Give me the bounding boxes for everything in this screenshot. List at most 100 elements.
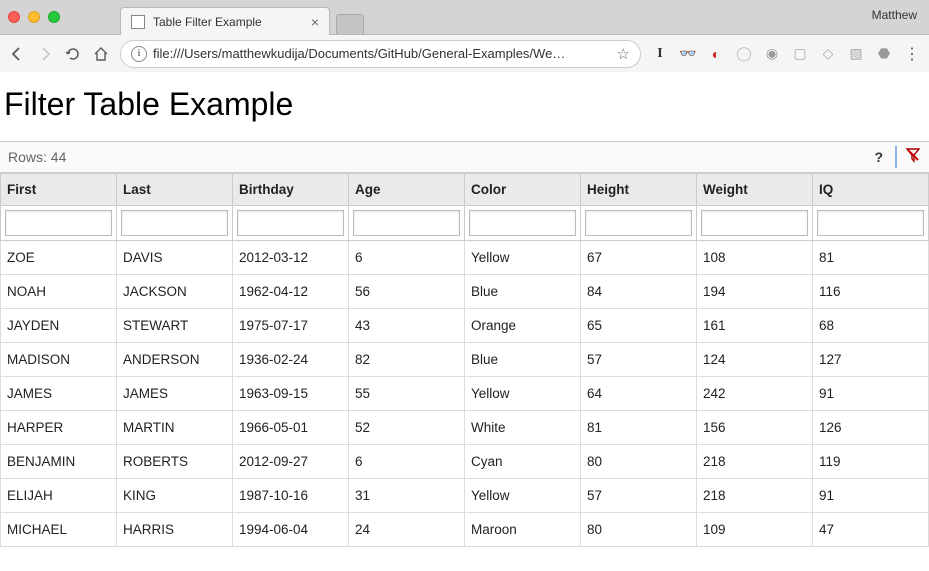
- ext-icon-9[interactable]: ⬣: [875, 45, 893, 63]
- ext-icon-glasses[interactable]: 👓: [679, 45, 697, 63]
- tab-strip: Table Filter Example × Matthew: [0, 0, 929, 34]
- bookmark-star-icon[interactable]: ☆: [617, 45, 630, 63]
- cell-birthday: 1994-06-04: [233, 513, 349, 547]
- cell-birthday: 1966-05-01: [233, 411, 349, 445]
- cell-first: MICHAEL: [1, 513, 117, 547]
- cell-iq: 47: [813, 513, 929, 547]
- filter-input-color[interactable]: [469, 210, 576, 236]
- ext-icon-1[interactable]: I: [651, 45, 669, 63]
- table-row: BENJAMINROBERTS2012-09-276Cyan80218119: [1, 445, 929, 479]
- window-controls: [8, 11, 60, 23]
- cell-age: 82: [349, 343, 465, 377]
- cell-first: JAYDEN: [1, 309, 117, 343]
- cell-last: JAMES: [117, 377, 233, 411]
- col-header-last[interactable]: Last: [117, 174, 233, 206]
- tabs: Table Filter Example ×: [120, 0, 364, 34]
- filter-input-age[interactable]: [353, 210, 460, 236]
- cell-last: ANDERSON: [117, 343, 233, 377]
- table-row: JAMESJAMES1963-09-1555Yellow6424291: [1, 377, 929, 411]
- arrow-left-icon: [9, 46, 25, 62]
- cell-age: 52: [349, 411, 465, 445]
- col-header-iq[interactable]: IQ: [813, 174, 929, 206]
- cell-color: Blue: [465, 343, 581, 377]
- tab-title: Table Filter Example: [153, 15, 303, 29]
- cell-height: 80: [581, 445, 697, 479]
- profile-name[interactable]: Matthew: [872, 8, 917, 22]
- col-header-height[interactable]: Height: [581, 174, 697, 206]
- cell-color: Yellow: [465, 479, 581, 513]
- col-header-birthday[interactable]: Birthday: [233, 174, 349, 206]
- table-row: MADISONANDERSON1936-02-2482Blue57124127: [1, 343, 929, 377]
- cell-iq: 119: [813, 445, 929, 479]
- cell-last: KING: [117, 479, 233, 513]
- page-title: Filter Table Example: [0, 72, 929, 141]
- ext-icon-5[interactable]: ◉: [763, 45, 781, 63]
- cell-height: 67: [581, 241, 697, 275]
- filter-input-first[interactable]: [5, 210, 112, 236]
- row-count: Rows: 44: [8, 149, 866, 165]
- col-header-color[interactable]: Color: [465, 174, 581, 206]
- cell-first: MADISON: [1, 343, 117, 377]
- close-tab-icon[interactable]: ×: [311, 14, 319, 30]
- table-row: MICHAELHARRIS1994-06-0424Maroon8010947: [1, 513, 929, 547]
- help-button[interactable]: ?: [874, 149, 883, 165]
- address-bar[interactable]: i file:///Users/matthewkudija/Documents/…: [120, 40, 641, 68]
- filter-input-last[interactable]: [121, 210, 228, 236]
- cell-height: 80: [581, 513, 697, 547]
- table-row: ZOEDAVIS2012-03-126Yellow6710881: [1, 241, 929, 275]
- reload-button[interactable]: [64, 45, 82, 63]
- page-content: Filter Table Example Rows: 44 ? First La…: [0, 72, 929, 547]
- table-row: NOAHJACKSON1962-04-1256Blue84194116: [1, 275, 929, 309]
- url-text: file:///Users/matthewkudija/Documents/Gi…: [153, 46, 611, 61]
- new-tab-button[interactable]: [336, 14, 364, 34]
- cell-birthday: 1963-09-15: [233, 377, 349, 411]
- cell-birthday: 1962-04-12: [233, 275, 349, 309]
- cell-last: ROBERTS: [117, 445, 233, 479]
- cell-last: MARTIN: [117, 411, 233, 445]
- col-header-first[interactable]: First: [1, 174, 117, 206]
- col-header-weight[interactable]: Weight: [697, 174, 813, 206]
- minimize-window-icon[interactable]: [28, 11, 40, 23]
- cell-last: JACKSON: [117, 275, 233, 309]
- ext-icon-ublock[interactable]: ◐: [707, 45, 725, 63]
- cell-height: 81: [581, 411, 697, 445]
- filter-input-iq[interactable]: [817, 210, 924, 236]
- cell-color: Blue: [465, 275, 581, 309]
- cell-weight: 108: [697, 241, 813, 275]
- cell-age: 31: [349, 479, 465, 513]
- table-row: ELIJAHKING1987-10-1631Yellow5721891: [1, 479, 929, 513]
- clear-filter-button[interactable]: [905, 147, 921, 168]
- filter-input-height[interactable]: [585, 210, 692, 236]
- ext-icon-8[interactable]: ▨: [847, 45, 865, 63]
- home-button[interactable]: [92, 45, 110, 63]
- filter-input-weight[interactable]: [701, 210, 808, 236]
- col-header-age[interactable]: Age: [349, 174, 465, 206]
- cell-weight: 161: [697, 309, 813, 343]
- cell-color: Maroon: [465, 513, 581, 547]
- browser-toolbar: i file:///Users/matthewkudija/Documents/…: [0, 34, 929, 72]
- cell-first: NOAH: [1, 275, 117, 309]
- cell-height: 65: [581, 309, 697, 343]
- cell-iq: 91: [813, 479, 929, 513]
- maximize-window-icon[interactable]: [48, 11, 60, 23]
- filter-input-birthday[interactable]: [237, 210, 344, 236]
- divider: [895, 146, 897, 168]
- ext-icon-7[interactable]: ◇: [819, 45, 837, 63]
- cell-first: ELIJAH: [1, 479, 117, 513]
- cell-color: Orange: [465, 309, 581, 343]
- cell-age: 6: [349, 445, 465, 479]
- close-window-icon[interactable]: [8, 11, 20, 23]
- tab-active[interactable]: Table Filter Example ×: [120, 7, 330, 35]
- site-info-icon[interactable]: i: [131, 46, 147, 62]
- ext-icon-4[interactable]: ◯: [735, 45, 753, 63]
- ext-icon-6[interactable]: ▢: [791, 45, 809, 63]
- filter-row: [1, 206, 929, 241]
- forward-button[interactable]: [36, 45, 54, 63]
- reload-icon: [65, 46, 81, 62]
- extension-icons: I 👓 ◐ ◯ ◉ ▢ ◇ ▨ ⬣: [651, 45, 893, 63]
- cell-weight: 124: [697, 343, 813, 377]
- clear-filter-icon: [905, 147, 921, 163]
- arrow-right-icon: [37, 46, 53, 62]
- back-button[interactable]: [8, 45, 26, 63]
- browser-menu-button[interactable]: ⋮: [903, 44, 921, 64]
